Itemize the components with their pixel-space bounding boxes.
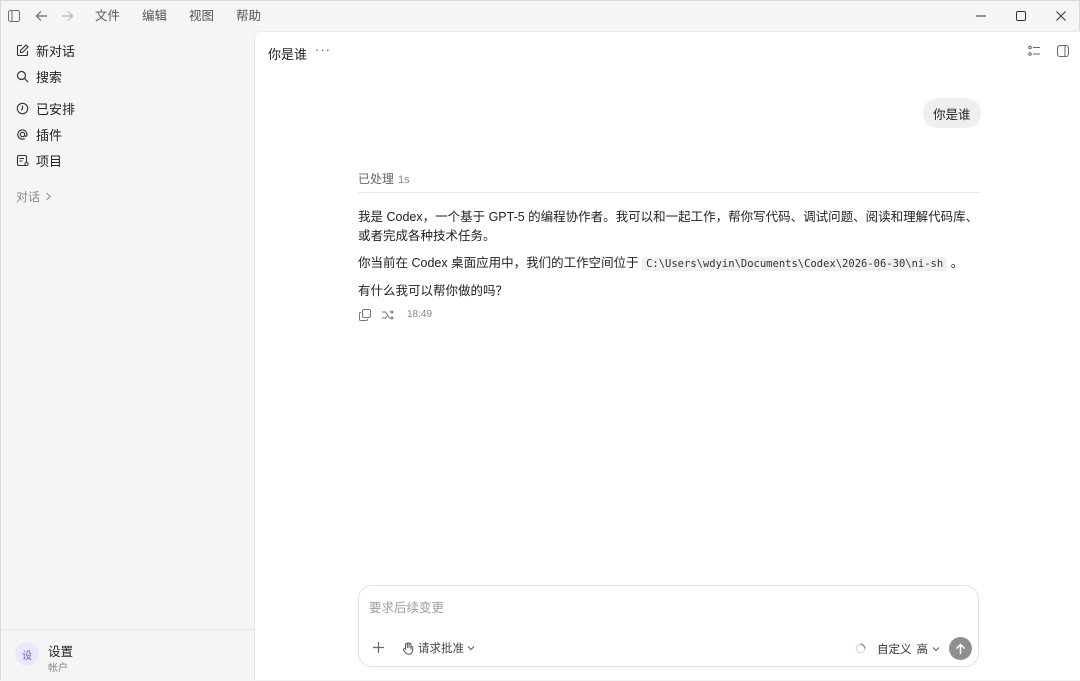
list-view-icon[interactable] [1027, 44, 1041, 58]
send-button[interactable] [949, 637, 972, 660]
menu-bar: 文件 编辑 视图 帮助 [84, 1, 272, 31]
reply-text: 你当前在 Codex 桌面应用中，我们的工作空间位于 [358, 256, 639, 270]
reply-text: 。 [950, 256, 964, 270]
sidebar-item-scheduled[interactable]: 已安排 [15, 97, 75, 119]
conversation-title: 你是谁 [268, 47, 308, 62]
app-window: 文件 编辑 视图 帮助 新对话 搜索 已安排 插件 项目 对话 设 设置 帐户 … [0, 0, 1080, 681]
main-panel: 你是谁 ··· 你是谁 已处理 1s 我是 Codex，一个基于 GPT-5 的编… [254, 31, 1080, 680]
panel-toggle-icon[interactable] [1056, 44, 1070, 58]
sidebar-item-label: 搜索 [36, 69, 63, 85]
processed-duration: 1s [398, 174, 410, 186]
minimize-icon[interactable] [961, 1, 1001, 31]
more-options-icon[interactable]: ··· [315, 42, 331, 57]
fork-icon[interactable] [381, 308, 394, 321]
message-time: 18:49 [407, 309, 433, 320]
hand-icon [401, 641, 414, 655]
avatar: 设 [15, 642, 39, 666]
account-label: 帐户 [48, 663, 68, 674]
chevron-down-icon [932, 643, 940, 655]
divider [358, 192, 979, 193]
approval-label: 请求批准 [418, 643, 464, 655]
conversations-section-toggle[interactable]: 对话 [16, 188, 52, 205]
sidebar-item-label: 已安排 [36, 101, 76, 117]
workspace-path: C:\Users\wdyin\Documents\Codex\2026-06-3… [642, 257, 948, 271]
sidebar-item-label: 插件 [36, 127, 63, 143]
forward-arrow-icon[interactable] [56, 5, 78, 27]
follow-up-input[interactable] [369, 598, 959, 618]
sidebar-toggle-icon[interactable] [3, 5, 25, 27]
mode-level: 高 [916, 644, 929, 656]
message-actions: 18:49 [358, 308, 432, 321]
mode-label: 自定义 [877, 644, 912, 656]
menu-edit[interactable]: 编辑 [131, 1, 178, 31]
arrow-up-icon [955, 642, 966, 654]
maximize-icon[interactable] [1001, 1, 1041, 31]
chevron-right-icon [45, 190, 52, 204]
copy-icon[interactable] [358, 308, 371, 321]
clock-icon [15, 101, 29, 115]
at-icon [15, 127, 29, 141]
approval-mode-dropdown[interactable]: 请求批准 [401, 640, 475, 656]
composer: 请求批准 自定义 高 [358, 585, 979, 667]
menu-help[interactable]: 帮助 [225, 1, 272, 31]
sidebar-item-plugins[interactable]: 插件 [15, 123, 62, 145]
edit-icon [15, 43, 29, 57]
project-icon [15, 153, 29, 167]
titlebar: 文件 编辑 视图 帮助 [1, 1, 1080, 31]
user-message: 你是谁 [923, 98, 981, 128]
add-attachment-icon[interactable] [371, 640, 385, 654]
reasoning-mode-dropdown[interactable]: 自定义 高 [877, 641, 940, 657]
menu-file[interactable]: 文件 [84, 1, 131, 31]
sidebar-item-label: 项目 [36, 153, 63, 169]
section-label: 对话 [16, 190, 41, 204]
processed-status[interactable]: 已处理 1s [358, 170, 410, 187]
processed-label: 已处理 [358, 172, 395, 186]
search-icon [15, 69, 29, 83]
back-arrow-icon[interactable] [30, 5, 52, 27]
window-controls [961, 1, 1080, 31]
close-icon[interactable] [1041, 1, 1080, 31]
sidebar: 新对话 搜索 已安排 插件 项目 对话 设 设置 帐户 [1, 31, 254, 681]
sidebar-item-search[interactable]: 搜索 [15, 65, 62, 87]
sidebar-item-new-chat[interactable]: 新对话 [15, 39, 75, 61]
sidebar-item-label: 新对话 [36, 43, 76, 59]
sidebar-footer-account[interactable]: 设 设置 帐户 [1, 629, 254, 681]
reply-paragraph-3: 有什么我可以帮你做的吗？ [358, 284, 509, 298]
sidebar-item-projects[interactable]: 项目 [15, 149, 62, 171]
settings-label: 设置 [48, 645, 74, 659]
loading-spinner-icon [855, 643, 866, 654]
reply-paragraph-1: 我是 Codex，一个基于 GPT-5 的编程协作者。我可以和一起工作，帮你写代… [358, 210, 979, 243]
reply-paragraph-2: 你当前在 Codex 桌面应用中，我们的工作空间位于 C:\Users\wdyi… [358, 254, 980, 274]
menu-view[interactable]: 视图 [178, 1, 225, 31]
chevron-down-icon [467, 642, 475, 654]
